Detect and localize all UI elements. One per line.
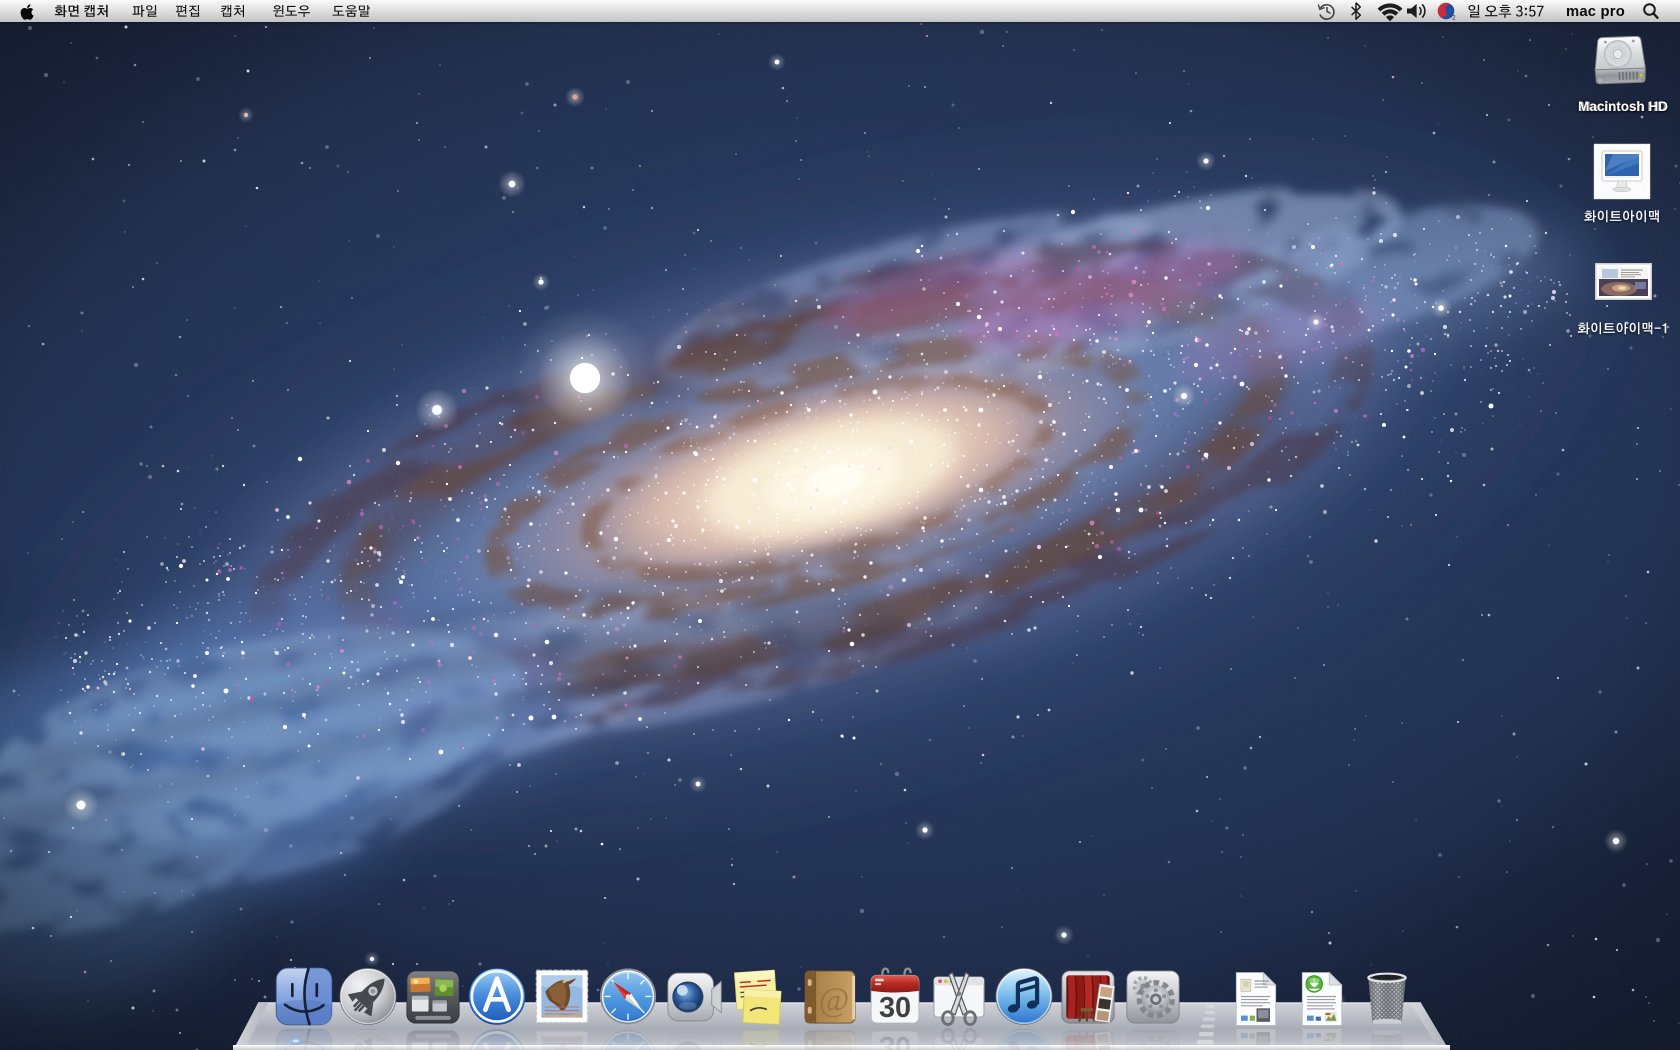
svg-text:2: 2 (1452, 15, 1456, 22)
svg-text:mac pro: mac pro (1566, 4, 1625, 20)
